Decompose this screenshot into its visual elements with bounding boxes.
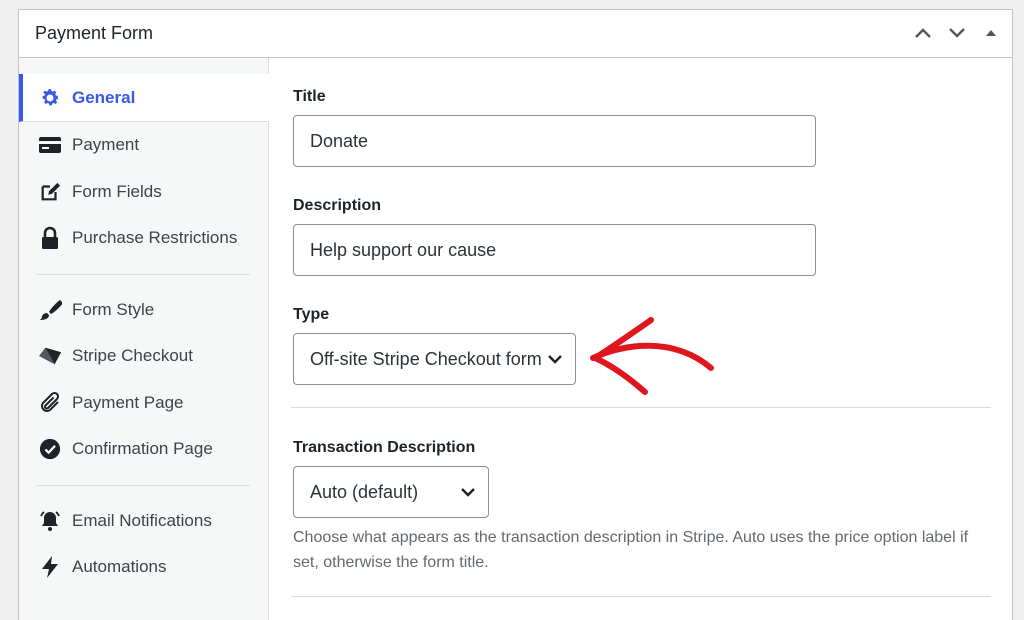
type-label: Type xyxy=(293,306,330,323)
panel-controls xyxy=(910,20,1004,46)
move-up-button[interactable] xyxy=(910,20,936,46)
sidebar-item-payment-page[interactable]: Payment Page xyxy=(19,380,268,427)
stripe-icon xyxy=(38,344,62,368)
sidebar-item-label: Stripe Checkout xyxy=(72,346,193,366)
panel-header: Payment Form xyxy=(19,10,1012,58)
sidebar-item-stripe-checkout[interactable]: Stripe Checkout xyxy=(19,333,268,380)
paperclip-icon xyxy=(38,391,62,415)
chevron-down-icon xyxy=(548,355,562,364)
transaction-description-select[interactable]: Auto (default) xyxy=(293,466,489,518)
lock-icon xyxy=(38,226,62,250)
section-divider xyxy=(291,407,991,408)
sidebar-item-label: Form Style xyxy=(72,299,155,319)
sidebar-item-label: Purchase Restrictions xyxy=(72,228,238,248)
payment-form-panel: Payment Form General Payment Form Fields… xyxy=(18,9,1013,620)
paintbrush-icon xyxy=(38,298,62,322)
chevron-up-icon xyxy=(915,28,931,38)
description-input[interactable]: Help support our cause xyxy=(293,224,816,276)
gear-icon xyxy=(38,86,62,110)
sidebar-item-purchase-restrictions[interactable]: Purchase Restrictions xyxy=(19,215,268,262)
settings-sidebar: General Payment Form Fields Purchase Res… xyxy=(19,58,269,620)
sidebar-item-email-notifications[interactable]: Email Notifications xyxy=(19,498,268,545)
sidebar-divider xyxy=(37,484,250,486)
sidebar-divider xyxy=(37,273,250,275)
triangle-up-icon xyxy=(986,30,996,36)
sidebar-item-form-fields[interactable]: Form Fields xyxy=(19,169,268,216)
type-select[interactable]: Off-site Stripe Checkout form xyxy=(293,333,576,385)
sidebar-item-label: Email Notifications xyxy=(72,510,212,530)
sidebar-item-payment[interactable]: Payment xyxy=(19,122,268,169)
sidebar-item-automations[interactable]: Automations xyxy=(19,544,268,591)
title-label: Title xyxy=(293,88,326,105)
chevron-down-icon xyxy=(949,28,965,38)
sidebar-item-label: Form Fields xyxy=(72,181,162,201)
sidebar-item-label: Confirmation Page xyxy=(72,439,213,459)
edit-icon xyxy=(38,180,62,204)
panel-title: Payment Form xyxy=(35,23,154,43)
transaction-description-label: Transaction Description xyxy=(293,439,476,456)
title-input[interactable]: Donate xyxy=(293,115,816,167)
transaction-description-help: Choose what appears as the transaction d… xyxy=(293,529,969,571)
bolt-icon xyxy=(38,555,62,579)
sidebar-item-label: Payment xyxy=(72,135,140,155)
sidebar-item-general[interactable]: General xyxy=(19,74,269,122)
transaction-description-value: Auto (default) xyxy=(310,481,419,502)
sidebar-item-label: Automations xyxy=(72,557,167,577)
credit-card-icon xyxy=(38,133,62,157)
type-select-value: Off-site Stripe Checkout form xyxy=(310,348,542,369)
description-label: Description xyxy=(293,197,382,214)
bell-icon xyxy=(38,509,62,533)
check-circle-icon xyxy=(38,437,62,461)
annotation-arrow xyxy=(590,317,714,395)
sidebar-item-form-style[interactable]: Form Style xyxy=(19,287,268,334)
sidebar-item-confirmation-page[interactable]: Confirmation Page xyxy=(19,426,268,473)
toggle-panel-button[interactable] xyxy=(978,20,1004,46)
chevron-down-icon xyxy=(461,488,475,497)
sidebar-item-label: General xyxy=(72,87,136,107)
section-divider xyxy=(291,596,991,597)
move-down-button[interactable] xyxy=(944,20,970,46)
sidebar-item-label: Payment Page xyxy=(72,392,184,412)
